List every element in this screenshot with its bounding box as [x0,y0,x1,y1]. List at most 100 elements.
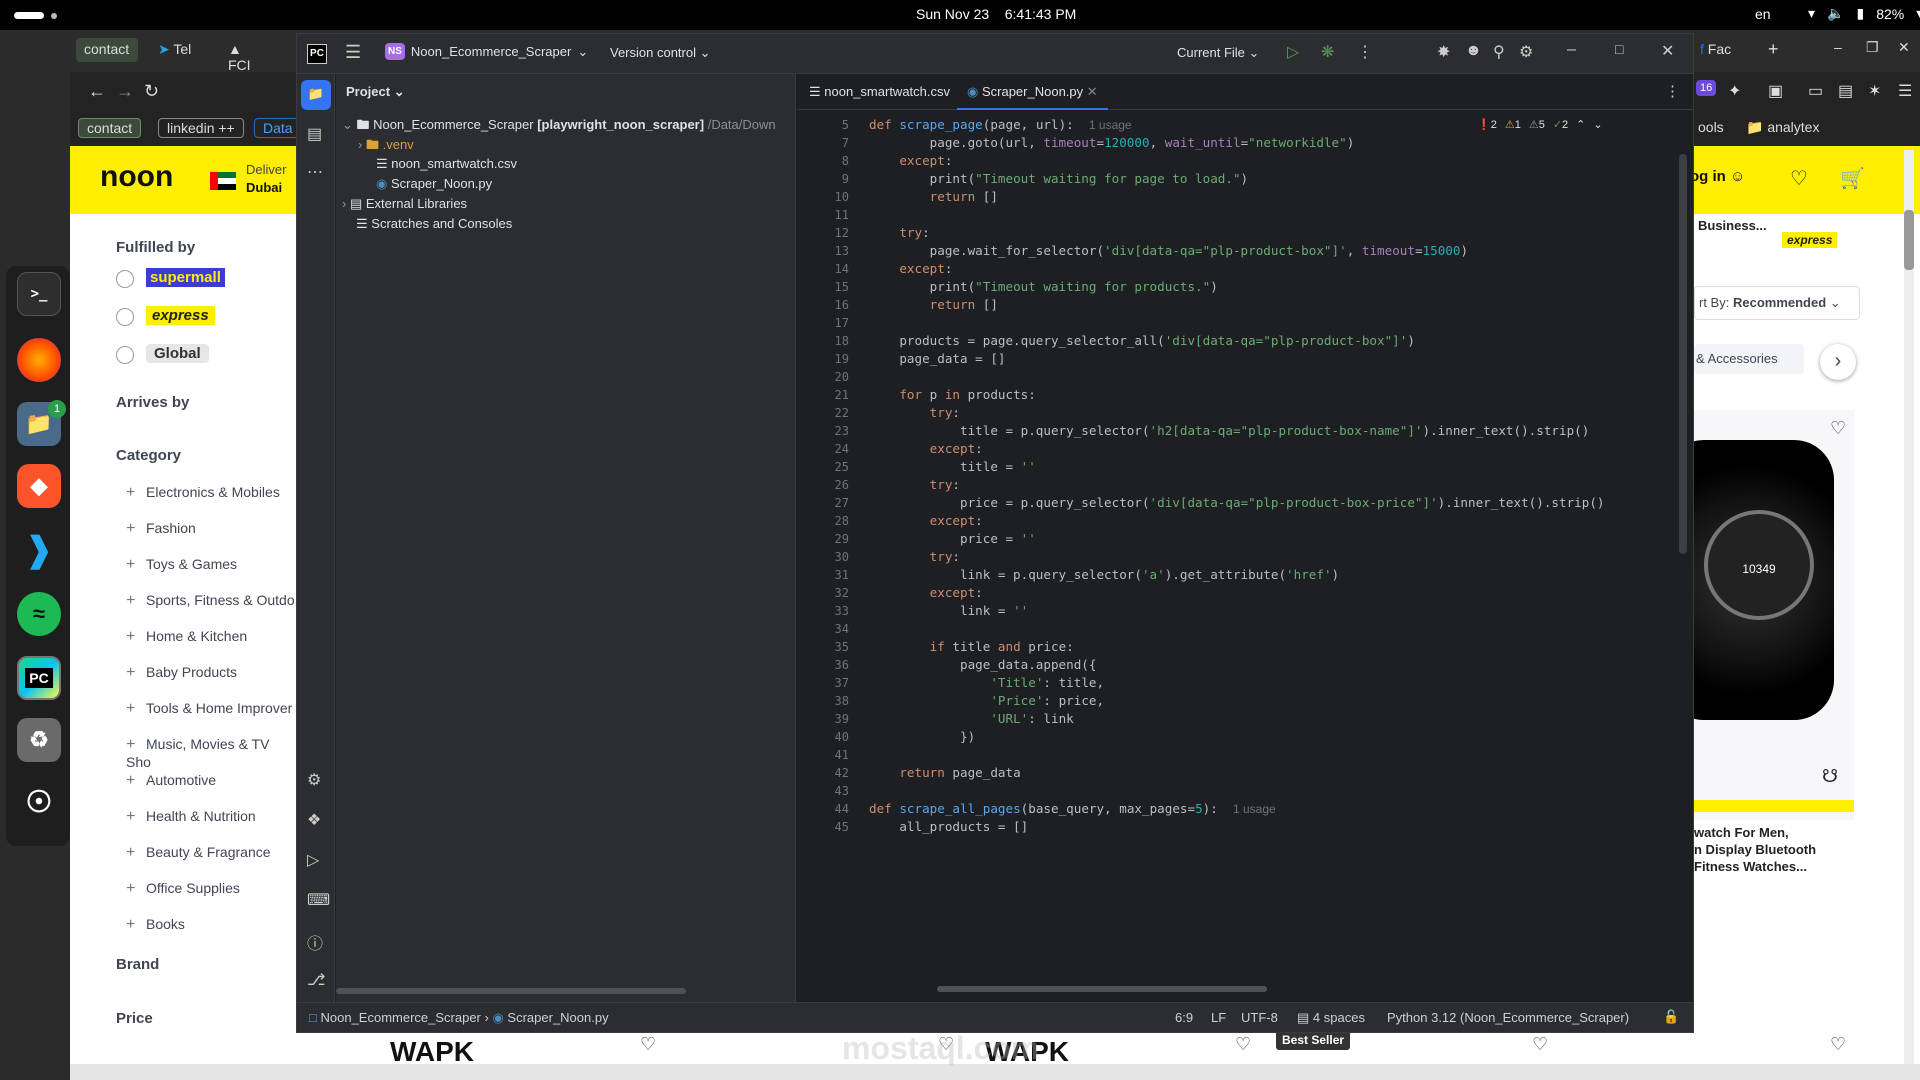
category-item[interactable]: + Automotive [126,772,216,790]
wishlist-heart-icon[interactable]: ♡ [1235,1034,1251,1055]
brand-heading[interactable]: Brand [116,956,159,973]
fulfilled-radio-express[interactable] [116,308,134,326]
product-card-snippet[interactable]: Business... express [1694,214,1854,270]
fulfilled-radio-supermall[interactable] [116,270,134,288]
reload-icon[interactable]: ↻ [136,78,167,102]
close-icon[interactable]: ✕ [1890,36,1918,60]
product-title-watch[interactable]: watch For Men, n Display Bluetooth Fitne… [1694,824,1844,875]
caret-position[interactable]: 6:9 [1175,1010,1193,1025]
add-to-cart-icon[interactable]: ☋ [1822,766,1838,787]
services-icon[interactable]: ▷ [307,850,319,870]
carousel-next-button[interactable]: › [1820,344,1856,380]
browser-tab-contact[interactable]: contact [76,38,138,62]
settings-gear-icon[interactable]: ⚙ [1519,42,1533,62]
window-maximize-icon[interactable]: □ [1615,41,1623,57]
pycharm-icon[interactable]: PC [17,656,61,700]
breadcrumb[interactable]: □ Noon_Ecommerce_Scraper › ◉ Scraper_Noo… [309,1010,609,1026]
category-item[interactable]: + Toys & Games [126,556,237,574]
category-item[interactable]: + Books [126,916,185,934]
page-scrollbar[interactable] [1904,150,1914,1070]
category-item[interactable]: + Tools & Home Improver [126,700,292,718]
category-item[interactable]: + Office Supplies [126,880,240,898]
tab-scraper-noon-py[interactable]: ◉ Scraper_Noon.py ✕ [957,74,1108,110]
system-tray[interactable]: ▾ 🔈 ▮ 82% ▾ [1808,5,1920,22]
screenshot-icon[interactable]: ▣ [1760,78,1791,102]
tree-file-csv[interactable]: ☰ noon_smartwatch.csv [376,156,517,172]
extensions-icon[interactable]: ✦ [1720,78,1749,102]
search-icon[interactable]: ⚲ [1493,42,1505,62]
wishlist-heart-icon[interactable]: ♡ [640,1034,656,1055]
bookmark-linkedin[interactable]: linkedin ++ [158,118,244,138]
category-item[interactable]: + Beauty & Fragrance [126,844,271,862]
vscode-icon[interactable]: ❱ [17,528,61,572]
workspace-dot[interactable] [51,13,57,19]
project-horizontal-scrollbar[interactable] [336,988,686,994]
tree-external-libraries[interactable]: › ▤ External Libraries [342,196,467,212]
bookmark-analytex[interactable]: 📁 analytex [1738,116,1827,140]
sort-dropdown[interactable]: rt By: Recommended ⌄ [1694,286,1860,320]
project-switcher[interactable]: NS Noon_Ecommerce_Scraper ⌄ [385,43,588,60]
trash-icon[interactable]: ♻ [17,718,61,762]
language-indicator[interactable]: en [1755,6,1771,22]
tab-noon-smartwatch-csv[interactable]: ☰ noon_smartwatch.csv [809,84,950,100]
lock-icon[interactable]: 🔓 [1663,1009,1679,1025]
python-packages-icon[interactable]: ⚙ [307,770,321,790]
wishlist-heart-icon[interactable]: ♡ [1532,1034,1548,1055]
arrives-by-heading[interactable]: Arrives by [116,394,189,411]
wishlist-icon[interactable]: ♡ [1790,166,1808,191]
tree-venv-folder[interactable]: › 🖿 .venv [358,136,414,158]
category-item[interactable]: + Electronics & Mobiles [126,484,280,502]
brave-icon[interactable]: ◆ [17,464,61,508]
editor-vertical-scrollbar[interactable] [1679,154,1687,554]
clock[interactable]: Sun Nov 23 6:41:43 PM [916,6,1076,22]
price-heading[interactable]: Price [116,1010,153,1027]
category-item[interactable]: + Health & Nutrition [126,808,256,826]
problems-icon[interactable]: ⓘ [307,930,323,954]
sign-in-link[interactable]: og in ☺ [1690,168,1745,185]
tab-close-icon[interactable]: ✕ [1087,84,1098,99]
editor-horizontal-scrollbar[interactable] [937,986,1267,992]
ubuntu-apps-icon[interactable]: ☉ [17,780,61,824]
category-item[interactable]: + Sports, Fitness & Outdo [126,592,295,610]
category-item[interactable]: + Home & Kitchen [126,628,247,646]
code-content[interactable]: def scrape_page(page, url): 1 usage page… [869,110,1689,990]
bookmark-tools[interactable]: ools [1690,116,1732,140]
ai-assistant-icon[interactable]: ✸ [1437,42,1450,62]
wishlist-heart-icon[interactable]: ♡ [1830,418,1846,439]
terminal-tool-icon[interactable]: ⌨ [307,890,330,910]
git-icon[interactable]: ⎇ [307,970,325,990]
wishlist-heart-icon[interactable]: ♡ [1830,1034,1846,1055]
python-interpreter[interactable]: Python 3.12 (Noon_Ecommerce_Scraper) [1387,1010,1629,1025]
firefox-icon[interactable] [17,338,61,382]
tree-file-py[interactable]: ◉ Scraper_Noon.py [376,176,492,192]
bookmark-contact[interactable]: contact [78,118,142,138]
more-actions-icon[interactable]: ⋮ [1357,42,1373,62]
run-config-selector[interactable]: Current File ⌄ [1177,45,1259,61]
browser-tab-facebook[interactable]: f Fac [1692,38,1752,62]
sidebar-icon[interactable]: ▭ [1800,78,1831,102]
main-menu-icon[interactable]: ☰ [345,42,361,63]
spotify-icon[interactable]: ≈ [17,592,61,636]
new-tab-button[interactable]: + [1760,36,1787,60]
category-item[interactable]: + Music, Movies & TV Sho [126,736,295,770]
terminal-icon[interactable]: >_ [17,272,61,316]
add-user-icon[interactable]: ☻ [1465,42,1482,60]
project-tool-icon[interactable]: 📁 [301,80,331,110]
ai-icon[interactable]: ✶ [1860,78,1889,102]
run-icon[interactable]: ▷ [1287,42,1299,62]
menu-icon[interactable]: ☰ [1890,78,1920,102]
bookmark-data[interactable]: Data [254,118,302,138]
line-separator[interactable]: LF [1211,1010,1226,1025]
activities-indicator[interactable] [14,12,44,19]
editor-options-icon[interactable]: ⋮ [1665,82,1680,100]
debug-icon[interactable]: ❋ [1321,42,1334,62]
tree-root-node[interactable]: ⌄ 🖿 Noon_Ecommerce_Scraper [playwright_n… [342,116,776,138]
category-item[interactable]: + Fashion [126,520,196,538]
minimize-icon[interactable]: – [1826,36,1850,60]
indent-setting[interactable]: ▤ 4 spaces [1297,1010,1365,1026]
wallet-icon[interactable]: ▤ [1830,78,1861,102]
version-control-menu[interactable]: Version control ⌄ [610,45,711,61]
file-encoding[interactable]: UTF-8 [1241,1010,1278,1025]
browser-tab-telegram[interactable]: ➤ Tel [150,38,200,62]
project-panel-title[interactable]: Project ⌄ [346,84,405,100]
